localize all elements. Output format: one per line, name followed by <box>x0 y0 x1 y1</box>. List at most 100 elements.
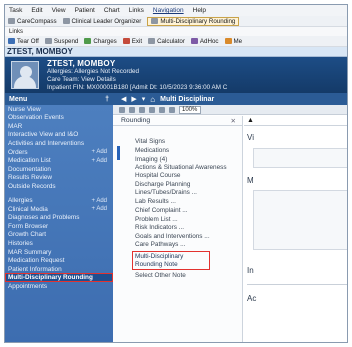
section-label-meds: M <box>247 176 254 185</box>
menu-patient[interactable]: Patient <box>75 7 95 14</box>
component-link[interactable]: Care Pathways ... <box>135 241 242 250</box>
more-button[interactable]: Me <box>224 38 242 45</box>
add-button[interactable]: + Add <box>91 206 107 212</box>
component-link[interactable]: Lines/Tubes/Drains ... <box>135 189 242 198</box>
menu-item[interactable]: Interactive View and I&O <box>5 131 113 140</box>
menu-item[interactable]: Multi-Disciplinary Rounding <box>5 273 113 282</box>
exit-button[interactable]: Exit <box>122 37 143 45</box>
component-link[interactable]: Actions & Situational Awareness <box>135 164 242 172</box>
zoom-in-icon[interactable] <box>169 106 175 113</box>
component-link[interactable]: Goals and Interventions ... <box>135 233 242 241</box>
tear-off-button[interactable]: Tear Off <box>8 38 39 45</box>
patient-tab[interactable]: ZTEST, MOMBOY <box>5 47 347 57</box>
menu-item-label: Outside Records <box>8 182 56 190</box>
menu-edit[interactable]: Edit <box>31 7 42 14</box>
patient-banner: ZTEST, MOMBOY Allergies: Allergies Not R… <box>5 57 347 93</box>
menu-item[interactable]: Appointments <box>5 282 113 291</box>
note-pane: ▲ Vi M In Ac <box>244 116 347 342</box>
component-link[interactable]: Discharge Planning <box>135 181 242 190</box>
menu-item[interactable]: Allergies + Add <box>5 196 113 205</box>
menu-item[interactable]: Results Review <box>5 173 113 182</box>
banner-patient-name: ZTEST, MOMBOY <box>47 59 116 68</box>
charges-button[interactable]: Charges <box>84 37 117 45</box>
grid-icon <box>62 18 70 24</box>
links-label[interactable]: Links <box>9 29 23 35</box>
banner-care-team[interactable]: Care Team: View Details <box>47 76 347 84</box>
suspend-button[interactable]: Suspend <box>44 38 78 45</box>
back-arrow-icon[interactable]: ◀ <box>121 95 126 103</box>
dropdown-icon[interactable]: ▾ <box>142 95 146 103</box>
component-link[interactable]: Medications <box>135 147 242 156</box>
menu-links[interactable]: Links <box>129 7 144 14</box>
component-link[interactable]: Imaging (4) <box>135 156 242 165</box>
select-other-note-link[interactable]: Select Other Note <box>135 272 242 281</box>
menu-item[interactable]: Outside Records <box>5 182 113 191</box>
menu-item[interactable]: Observation Events <box>5 114 113 123</box>
close-icon[interactable]: ✕ <box>231 117 236 125</box>
care-compass-button[interactable]: CareCompass <box>8 18 57 25</box>
component-link[interactable]: Vital Signs <box>135 138 242 147</box>
mdr-note-link[interactable]: Multi-Disciplinary Rounding Note <box>132 251 210 271</box>
menu-item[interactable]: Activities and Interventions <box>5 139 113 148</box>
forward-arrow-icon[interactable]: ▶ <box>131 95 136 103</box>
menu-item[interactable]: Clinical Media + Add <box>5 205 113 214</box>
exit-label: Exit <box>131 37 143 45</box>
pin-icon[interactable]: † <box>105 96 109 103</box>
launch-toolbar: CareCompass Clinical Leader Organizer Mu… <box>5 16 347 27</box>
calculator-icon <box>148 38 156 44</box>
home-icon[interactable]: ⌂ <box>150 95 155 104</box>
menu-item-label: Diagnoses and Problems <box>8 214 80 222</box>
rounding-pane-header: Rounding ✕ <box>113 116 242 126</box>
component-link[interactable]: Lab Results ... <box>135 198 242 207</box>
component-link[interactable]: Risk Indicators ... <box>135 224 242 233</box>
section-label-intake: In <box>247 266 254 275</box>
zoom-select[interactable]: 100% <box>179 105 201 114</box>
menu-item[interactable]: Patient Information <box>5 265 113 274</box>
note-pane-header: ▲ <box>244 116 347 126</box>
paste-icon[interactable] <box>149 106 155 113</box>
menu-item[interactable]: Nurse View <box>5 105 113 114</box>
multi-disciplinary-rounding-button[interactable]: Multi-Disciplinary Rounding <box>147 16 240 26</box>
menu-item[interactable]: MAR Summary <box>5 248 113 257</box>
tear-off-label: Tear Off <box>17 37 39 45</box>
add-button[interactable]: + Add <box>91 158 107 164</box>
menu-item-label: Growth Chart <box>8 231 47 239</box>
menu-chart[interactable]: Chart <box>104 7 120 14</box>
menu-item[interactable]: Medication List + Add <box>5 156 113 165</box>
menu-view[interactable]: View <box>52 7 66 14</box>
menu-item[interactable]: Medication Request <box>5 256 113 265</box>
menu-item[interactable]: Histories <box>5 239 113 248</box>
menu-item[interactable]: Documentation <box>5 165 113 174</box>
menu-item-label: Form Browser <box>8 222 49 230</box>
zoom-out-icon[interactable] <box>159 106 165 113</box>
banner-encounter: Inpatient FIN: MX00001B180 [Admit Dt: 10… <box>47 84 228 91</box>
scroll-arrow-icon[interactable]: ▲ <box>247 117 254 124</box>
section-label-vitals: Vi <box>247 133 254 142</box>
action-toolbar: Tear Off Suspend Charges Exit Calculator… <box>5 36 347 47</box>
adhoc-button[interactable]: AdHoc <box>190 38 219 45</box>
menu-item-label: Observation Events <box>8 114 64 122</box>
menu-navigation[interactable]: Navigation <box>153 7 184 14</box>
add-button[interactable]: + Add <box>91 198 107 204</box>
menu-item[interactable]: Diagnoses and Problems <box>5 214 113 223</box>
component-link[interactable]: Chief Complaint ... <box>135 207 242 216</box>
clinical-leader-button[interactable]: Clinical Leader Organizer <box>62 17 142 25</box>
print-icon[interactable] <box>119 106 125 113</box>
calculator-button[interactable]: Calculator <box>148 38 185 45</box>
charges-label: Charges <box>93 37 117 45</box>
component-link[interactable]: Hospital Course <box>135 172 242 181</box>
grid-icon <box>8 18 15 24</box>
clinical-leader-label: Clinical Leader Organizer <box>71 17 142 25</box>
menu-item[interactable]: Form Browser <box>5 222 113 231</box>
menu-item[interactable]: MAR <box>5 122 113 131</box>
menu-task[interactable]: Task <box>9 7 22 14</box>
menu-help[interactable]: Help <box>193 7 206 14</box>
rounding-pane: Rounding ✕ Vital Signs Medications Imaging… <box>113 116 243 342</box>
add-button[interactable]: + Add <box>91 149 107 155</box>
menu-item[interactable]: Growth Chart <box>5 231 113 240</box>
preview-icon[interactable] <box>129 106 135 113</box>
more-icon <box>224 38 232 44</box>
menu-item[interactable]: Orders + Add <box>5 148 113 157</box>
component-link[interactable]: Problem List ... <box>135 216 242 225</box>
copy-icon[interactable] <box>139 106 145 113</box>
